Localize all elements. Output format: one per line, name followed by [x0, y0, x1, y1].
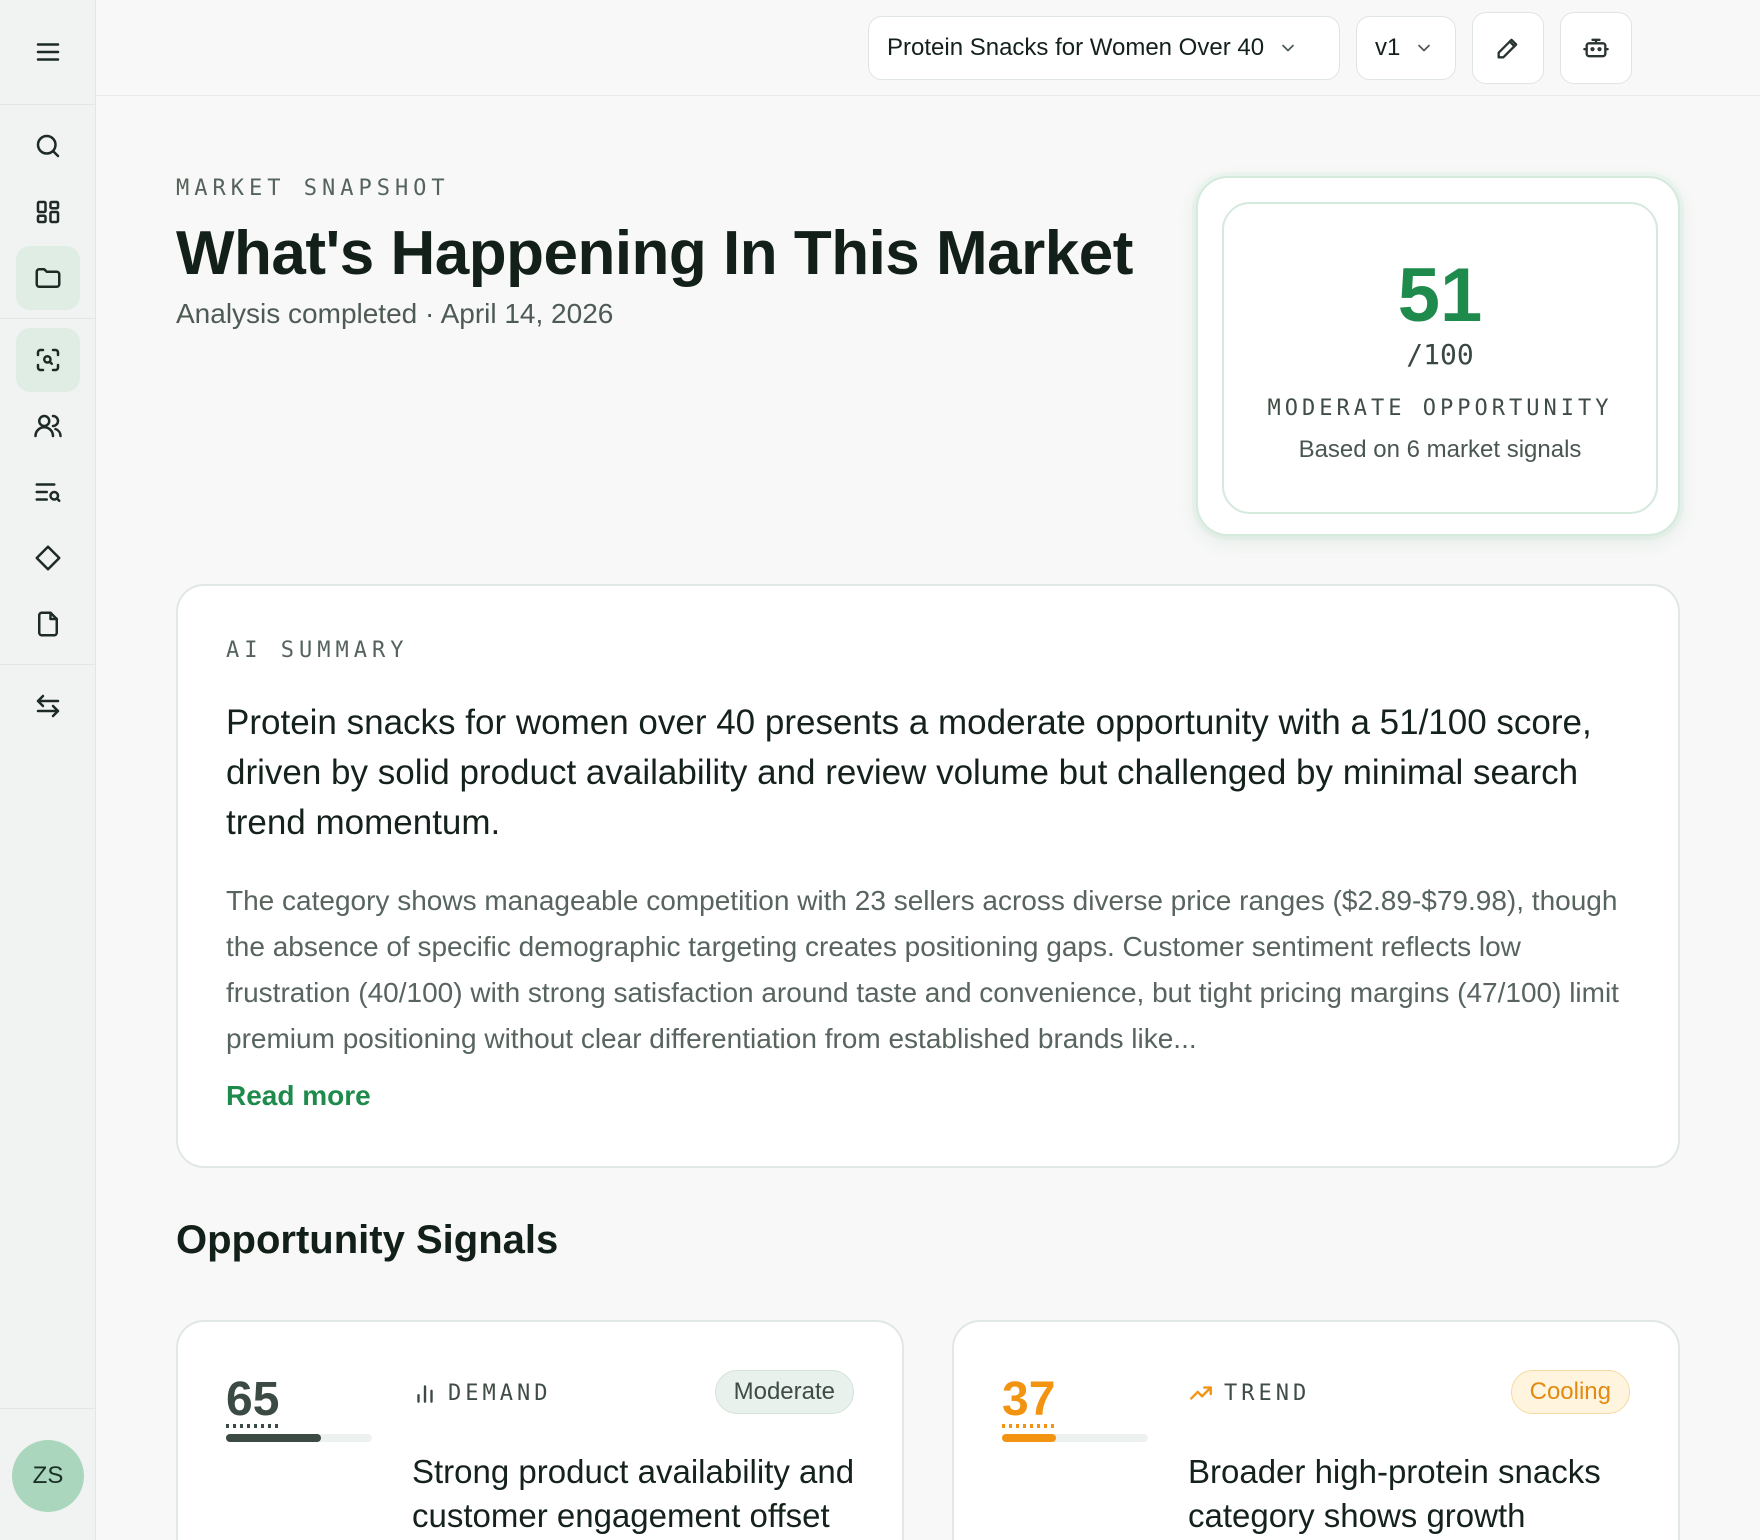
signal-progress-fill: [226, 1434, 321, 1442]
list-search-icon[interactable]: [16, 460, 80, 524]
opportunity-score-card: 51 /100 MODERATE OPPORTUNITY Based on 6 …: [1196, 176, 1680, 536]
signal-status-badge: Moderate: [714, 1370, 854, 1414]
version-select[interactable]: v1: [1356, 16, 1456, 80]
bar-chart-icon: [417, 1385, 433, 1403]
sidebar-divider: [0, 1408, 96, 1409]
signal-label-text: TREND: [1224, 1380, 1311, 1406]
file-icon[interactable]: [16, 592, 80, 656]
pencil-icon: [1497, 38, 1518, 59]
signal-label: DEMAND: [412, 1380, 551, 1406]
ai-summary-card: AI SUMMARY Protein snacks for women over…: [176, 584, 1680, 1168]
page-subtitle: Analysis completed · April 14, 2026: [176, 298, 614, 329]
signal-score-underline: [226, 1424, 278, 1428]
search-icon[interactable]: [16, 114, 80, 178]
signal-card-demand[interactable]: 65 DEMAND Moderate Strong product availa…: [176, 1320, 904, 1540]
avatar[interactable]: ZS: [12, 1440, 84, 1512]
folder-icon[interactable]: [16, 246, 80, 310]
sidebar-divider: [0, 664, 96, 665]
signal-progress-fill: [1002, 1434, 1057, 1442]
version-select-label: v1: [1375, 34, 1401, 61]
users-icon[interactable]: [16, 394, 80, 458]
ai-assistant-button[interactable]: [1560, 12, 1632, 84]
signal-status-badge: Cooling: [1510, 1370, 1630, 1414]
summary-body: The category shows manageable competitio…: [226, 885, 1619, 1054]
trending-up-icon: [1190, 1386, 1212, 1400]
chevron-down-icon: [1282, 44, 1294, 52]
page-eyebrow: MARKET SNAPSHOT: [176, 176, 450, 201]
signal-progress-track: [1002, 1434, 1148, 1442]
signal-score-underline: [1002, 1424, 1054, 1428]
page-title: What's Happening In This Market: [176, 219, 1133, 288]
sidebar: ZS: [0, 0, 96, 1540]
score-denominator: /100: [1406, 338, 1474, 371]
read-more-link[interactable]: Read more: [226, 1080, 371, 1112]
signal-label: TREND: [1188, 1380, 1310, 1406]
sidebar-divider: [0, 104, 96, 105]
project-select-label: Protein Snacks for Women Over 40: [887, 34, 1265, 61]
menu-icon[interactable]: [16, 20, 80, 84]
score-label: MODERATE OPPORTUNITY: [1267, 396, 1613, 421]
summary-eyebrow: AI SUMMARY: [226, 638, 409, 663]
diamond-icon[interactable]: [16, 526, 80, 590]
chevron-down-icon: [1418, 44, 1431, 52]
signal-headline: Strong product availability and customer…: [412, 1453, 855, 1534]
signal-score: 65: [226, 1373, 280, 1426]
signal-progress-track: [226, 1434, 372, 1442]
opportunity-score-inner: 51 /100 MODERATE OPPORTUNITY Based on 6 …: [1222, 202, 1658, 514]
sidebar-divider: [0, 318, 96, 319]
dashboard-icon[interactable]: [16, 180, 80, 244]
topbar: Protein Snacks for Women Over 40 v1: [96, 0, 1760, 96]
signal-headline: Broader high-protein snacks category sho…: [1188, 1453, 1601, 1534]
avatar-initials: ZS: [32, 1462, 64, 1489]
scan-search-icon[interactable]: [16, 328, 80, 392]
signal-score: 37: [1002, 1373, 1056, 1426]
switch-icon[interactable]: [16, 674, 80, 738]
score-basis: Based on 6 market signals: [1298, 436, 1582, 463]
bot-icon: [1583, 38, 1609, 58]
signals-title: Opportunity Signals: [176, 1218, 559, 1262]
signal-label-text: DEMAND: [448, 1380, 552, 1406]
score-value: 51: [1397, 253, 1483, 338]
summary-headline: Protein snacks for women over 40 present…: [226, 703, 1592, 842]
project-select[interactable]: Protein Snacks for Women Over 40: [868, 16, 1340, 80]
edit-button[interactable]: [1472, 12, 1544, 84]
signal-card-trend[interactable]: 37 TREND Cooling Broader high-protein sn…: [952, 1320, 1680, 1540]
